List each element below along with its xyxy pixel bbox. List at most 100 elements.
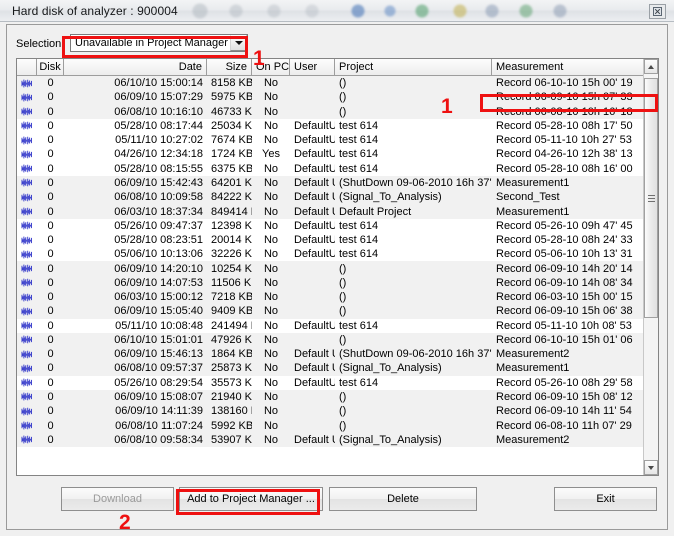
waveform-icon [21,321,32,330]
download-button[interactable]: Download [61,487,174,511]
record-waveform-icon [17,391,37,402]
table-row[interactable]: 0 06/09/10 14:11:39 138160 KB No () Record 06… [17,404,645,419]
table-row[interactable]: 0 05/28/10 08:23:51 20014 KB No DefaultUSER t… [17,232,645,248]
column-header-size[interactable]: Size [207,59,252,75]
record-waveform-icon [17,349,37,360]
table-row[interactable]: 0 06/10/10 15:01:01 47926 KB No () Record 06-… [17,332,645,348]
cell-disk: 0 [47,119,54,132]
cell-on-pc: No [263,91,279,104]
cell-date: 05/26/10 08:29:54 [114,376,203,389]
cell-size: 11506 KB [211,276,252,289]
cell-on-pc: No [263,205,279,218]
add-to-project-manager-button[interactable]: Add to Project Manager ... [179,487,323,511]
table-row[interactable]: 0 06/09/10 15:08:07 21940 KB No () Record 06-… [17,389,645,405]
table-row[interactable]: 0 06/09/10 14:20:10 10254 KB No () Record 06-… [17,261,645,276]
table-row[interactable]: 0 06/03/10 18:37:34 849414 KB No Default USE… [17,204,645,219]
cell-date: 05/11/10 10:27:02 [115,134,203,147]
cell-measurement: Record 05-28-10 08h 16' 00 [496,162,633,175]
cell-on-pc: No [263,262,279,275]
cell-on-pc: No [263,219,279,232]
table-row[interactable]: 0 04/26/10 12:34:18 1724 KB Yes DefaultUSER t… [17,147,645,162]
table-row[interactable]: 0 06/09/10 14:07:53 11506 KB No () Record 06-… [17,275,645,290]
table-row[interactable]: 0 06/08/10 10:09:58 84222 KB No Default USER… [17,190,645,205]
close-icon[interactable] [649,4,666,19]
waveform-icon [21,264,32,273]
cell-project: () [339,77,347,90]
column-header-measurement[interactable]: Measurement [492,59,645,75]
cell-project: test 614 [339,162,379,175]
column-header-disk[interactable]: Disk [37,59,64,75]
cell-measurement: Record 06-09-10 14h 20' 14 [496,262,633,275]
column-header-date[interactable]: Date [64,59,207,75]
cell-measurement: Measurement2 [496,433,570,446]
scroll-up-icon[interactable] [644,59,658,74]
waveform-icon [21,407,32,416]
cell-size: 5992 KB [211,419,252,432]
desktop-blur-decoration [170,2,640,20]
table-row[interactable]: 0 05/26/10 09:47:37 12398 KB No DefaultUSER t… [17,218,645,233]
scroll-down-icon[interactable] [644,460,658,475]
vertical-scrollbar[interactable] [643,59,658,475]
table-row[interactable]: 0 06/10/10 15:00:14 8158 KB No () Record 06-1… [17,76,645,91]
table-row[interactable]: 0 06/08/10 09:57:37 25873 KB No Default USER… [17,361,645,376]
cell-size: 7674 KB [211,134,252,147]
cell-on-pc: No [263,348,279,361]
chevron-down-icon[interactable] [230,35,247,51]
column-header-project[interactable]: Project [335,59,492,75]
cell-date: 05/11/10 10:08:48 [115,319,203,332]
cell-on-pc: No [263,77,279,90]
cell-date: 06/09/10 14:20:10 [114,262,203,275]
cell-measurement: Measurement1 [496,205,570,218]
exit-button[interactable]: Exit [554,487,657,511]
waveform-icon [21,435,32,444]
table-body: 0 06/10/10 15:00:14 8158 KB No () Record 06-1… [17,76,645,475]
column-header-icon[interactable] [17,59,37,75]
cell-disk: 0 [47,291,54,304]
cell-disk: 0 [47,333,54,346]
column-header-user[interactable]: User [290,59,335,75]
selection-dropdown[interactable]: Unavailable in Project Manager [70,34,248,52]
delete-button[interactable]: Delete [329,487,477,511]
window-title: Hard disk of analyzer : 900004 [12,4,178,18]
table-row[interactable]: 0 06/03/10 15:00:12 7218 KB No () Record 06-0… [17,289,645,305]
scrollbar-thumb[interactable] [644,78,658,318]
table-row[interactable]: 0 05/06/10 10:13:06 32226 KB No DefaultUSER t… [17,247,645,262]
cell-project: () [339,419,347,432]
cell-project: test 614 [339,248,379,261]
cell-measurement: Record 05-11-10 10h 27' 53 [496,134,632,147]
table-row[interactable]: 0 05/11/10 10:27:02 7674 KB No DefaultUSER te… [17,133,645,148]
cell-measurement: Record 06-09-10 15h 06' 38 [496,305,633,318]
record-waveform-icon [17,363,37,374]
table-row[interactable]: 0 06/09/10 15:42:43 64201 KB No Default USER… [17,175,645,191]
cell-on-pc: No [263,176,279,189]
table-row[interactable]: 0 05/28/10 08:17:44 25034 KB No DefaultUSER t… [17,118,645,134]
cell-size: 47926 KB [211,333,252,346]
cell-user: DefaultUSER [294,234,335,247]
cell-measurement: Record 06-09-10 15h 07' 33 [496,91,633,104]
waveform-icon [21,150,32,159]
record-waveform-icon [17,306,37,317]
table-row[interactable]: 0 06/08/10 09:58:34 53907 KB No Default USER… [17,432,645,447]
cell-on-pc: No [263,291,279,304]
cell-user: DefaultUSER [294,376,335,389]
cell-size: 9409 KB [211,305,252,318]
column-header-on-pc[interactable]: On PC [252,59,290,75]
waveform-icon [21,378,32,387]
table-row[interactable]: 0 06/09/10 15:05:40 9409 KB No () Record 06-0… [17,304,645,319]
cell-measurement: Second_Test [496,191,560,204]
cell-size: 25873 KB [211,362,252,375]
table-row[interactable]: 0 05/11/10 10:08:48 241494 KB No DefaultUSER… [17,318,645,333]
table-row[interactable]: 0 06/09/10 15:46:13 1864 KB No Default USER (… [17,347,645,362]
table-row[interactable]: 0 06/08/10 10:16:10 46733 KB No () Record 06-… [17,104,645,119]
cell-on-pc: No [263,419,279,432]
table-row[interactable]: 0 06/09/10 15:07:29 5975 KB No () Record 06-0… [17,90,645,105]
table-row[interactable]: 0 05/28/10 08:15:55 6375 KB No DefaultUSER te… [17,161,645,176]
cell-measurement: Measurement1 [496,362,570,375]
cell-disk: 0 [47,205,54,218]
cell-user: Default USER [294,191,335,204]
table-row[interactable]: 0 05/26/10 08:29:54 35573 KB No DefaultUSER t… [17,375,645,390]
cell-disk: 0 [47,148,54,161]
table-row[interactable]: 0 06/08/10 11:07:24 5992 KB No () Record 06-0… [17,418,645,433]
records-table[interactable]: Disk Date Size On PC User Project Measur… [16,58,659,476]
cell-date: 06/08/10 09:57:37 [114,362,203,375]
